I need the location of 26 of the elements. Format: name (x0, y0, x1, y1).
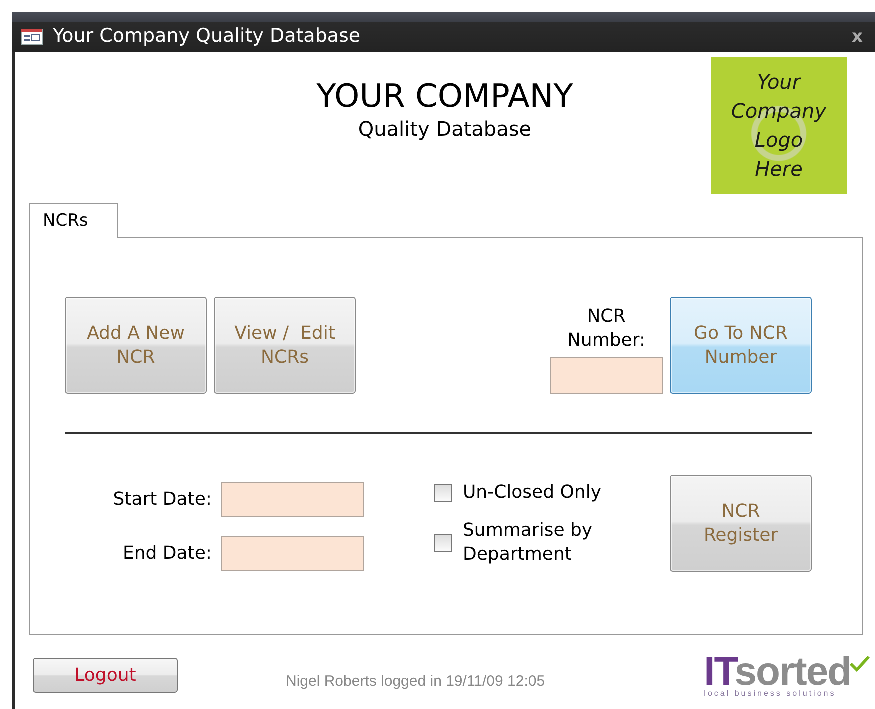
subtitle: Quality Database (358, 117, 532, 141)
ncr-number-field[interactable] (550, 357, 663, 394)
status-text: Nigel Roberts logged in 19/11/09 12:05 (286, 672, 546, 690)
check-icon (849, 654, 871, 672)
logout-button[interactable]: Logout (33, 658, 178, 692)
add-ncr-button[interactable]: Add A New NCR (65, 297, 207, 394)
form-icon (21, 29, 43, 45)
checkbox-label: Un-Closed Only (463, 481, 602, 505)
checkbox[interactable] (434, 484, 452, 502)
ncr-number-label: NCR Number: (566, 305, 647, 353)
view-edit-button[interactable]: View / Edit NCRs (214, 297, 356, 394)
checkbox-label: Summarise by Department (463, 519, 594, 567)
brand-tagline: local business solutions (704, 688, 836, 698)
close-button[interactable]: x (852, 27, 863, 49)
logo-placeholder-text: Your Company Logo Here (731, 68, 827, 182)
start-date-label: Start Date: (112, 489, 212, 510)
end-date-field[interactable] (221, 536, 364, 571)
checkbox[interactable] (434, 534, 452, 552)
end-date-label: End Date: (122, 542, 212, 564)
go-to-ncr-button[interactable]: Go To NCR Number (670, 297, 812, 394)
start-date-field[interactable] (221, 482, 364, 518)
ncr-register-button[interactable]: NCR Register (670, 475, 812, 572)
company-name: YOUR COMPANY (316, 77, 574, 115)
window-title: Your Company Quality Database (53, 25, 362, 49)
tab[interactable]: NCRs (29, 203, 118, 238)
brand-logo: ITsorted (704, 652, 851, 690)
